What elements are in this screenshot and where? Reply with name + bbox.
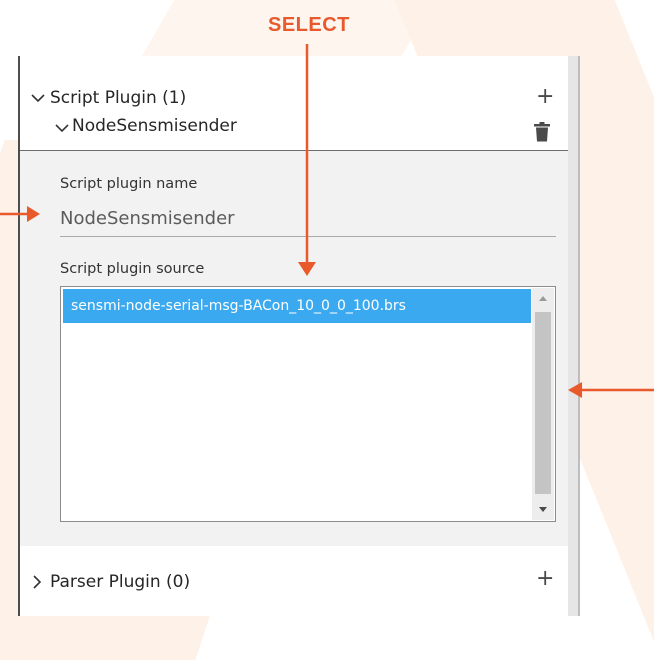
script-plugin-title: Script Plugin (1) <box>50 88 187 108</box>
plugin-item-title: NodeSensmisender <box>72 116 237 136</box>
scroll-up-icon[interactable] <box>532 288 554 310</box>
chevron-down-icon <box>31 94 45 103</box>
script-plugin-source-list[interactable]: sensmi-node-serial-msg-BACon_10_0_0_100.… <box>60 286 556 522</box>
script-plugin-header: Script Plugin (1) + NodeSensmisender <box>20 56 568 150</box>
script-plugin-name-field[interactable]: NodeSensmisender <box>60 208 235 229</box>
plus-icon: + <box>536 566 555 591</box>
add-parser-plugin-button[interactable]: + <box>536 568 554 590</box>
trash-icon <box>534 122 550 142</box>
source-list-scrollbar[interactable] <box>532 288 554 520</box>
add-script-plugin-button[interactable]: + <box>536 86 554 108</box>
script-plugin-source-label: Script plugin source <box>60 261 205 277</box>
plugin-panel: Script Plugin (1) + NodeSensmisender Scr… <box>18 56 568 616</box>
parser-plugin-toggle[interactable]: Parser Plugin (0) <box>30 572 190 592</box>
delete-plugin-button[interactable] <box>534 122 550 147</box>
chevron-right-icon <box>33 575 42 589</box>
scroll-down-icon[interactable] <box>532 498 554 520</box>
script-plugin-toggle[interactable]: Script Plugin (1) <box>30 88 186 108</box>
name-field-underline <box>60 236 556 237</box>
plus-icon: + <box>536 84 555 109</box>
plugin-item-toggle[interactable]: NodeSensmisender <box>54 116 237 136</box>
select-annotation-label: SELECT <box>268 14 350 36</box>
script-plugin-name-label: Script plugin name <box>60 176 198 192</box>
parser-plugin-title: Parser Plugin (0) <box>50 572 191 592</box>
scroll-thumb[interactable] <box>535 312 551 494</box>
chevron-down-icon <box>55 124 69 133</box>
source-list-item-selected[interactable]: sensmi-node-serial-msg-BACon_10_0_0_100.… <box>63 289 531 323</box>
